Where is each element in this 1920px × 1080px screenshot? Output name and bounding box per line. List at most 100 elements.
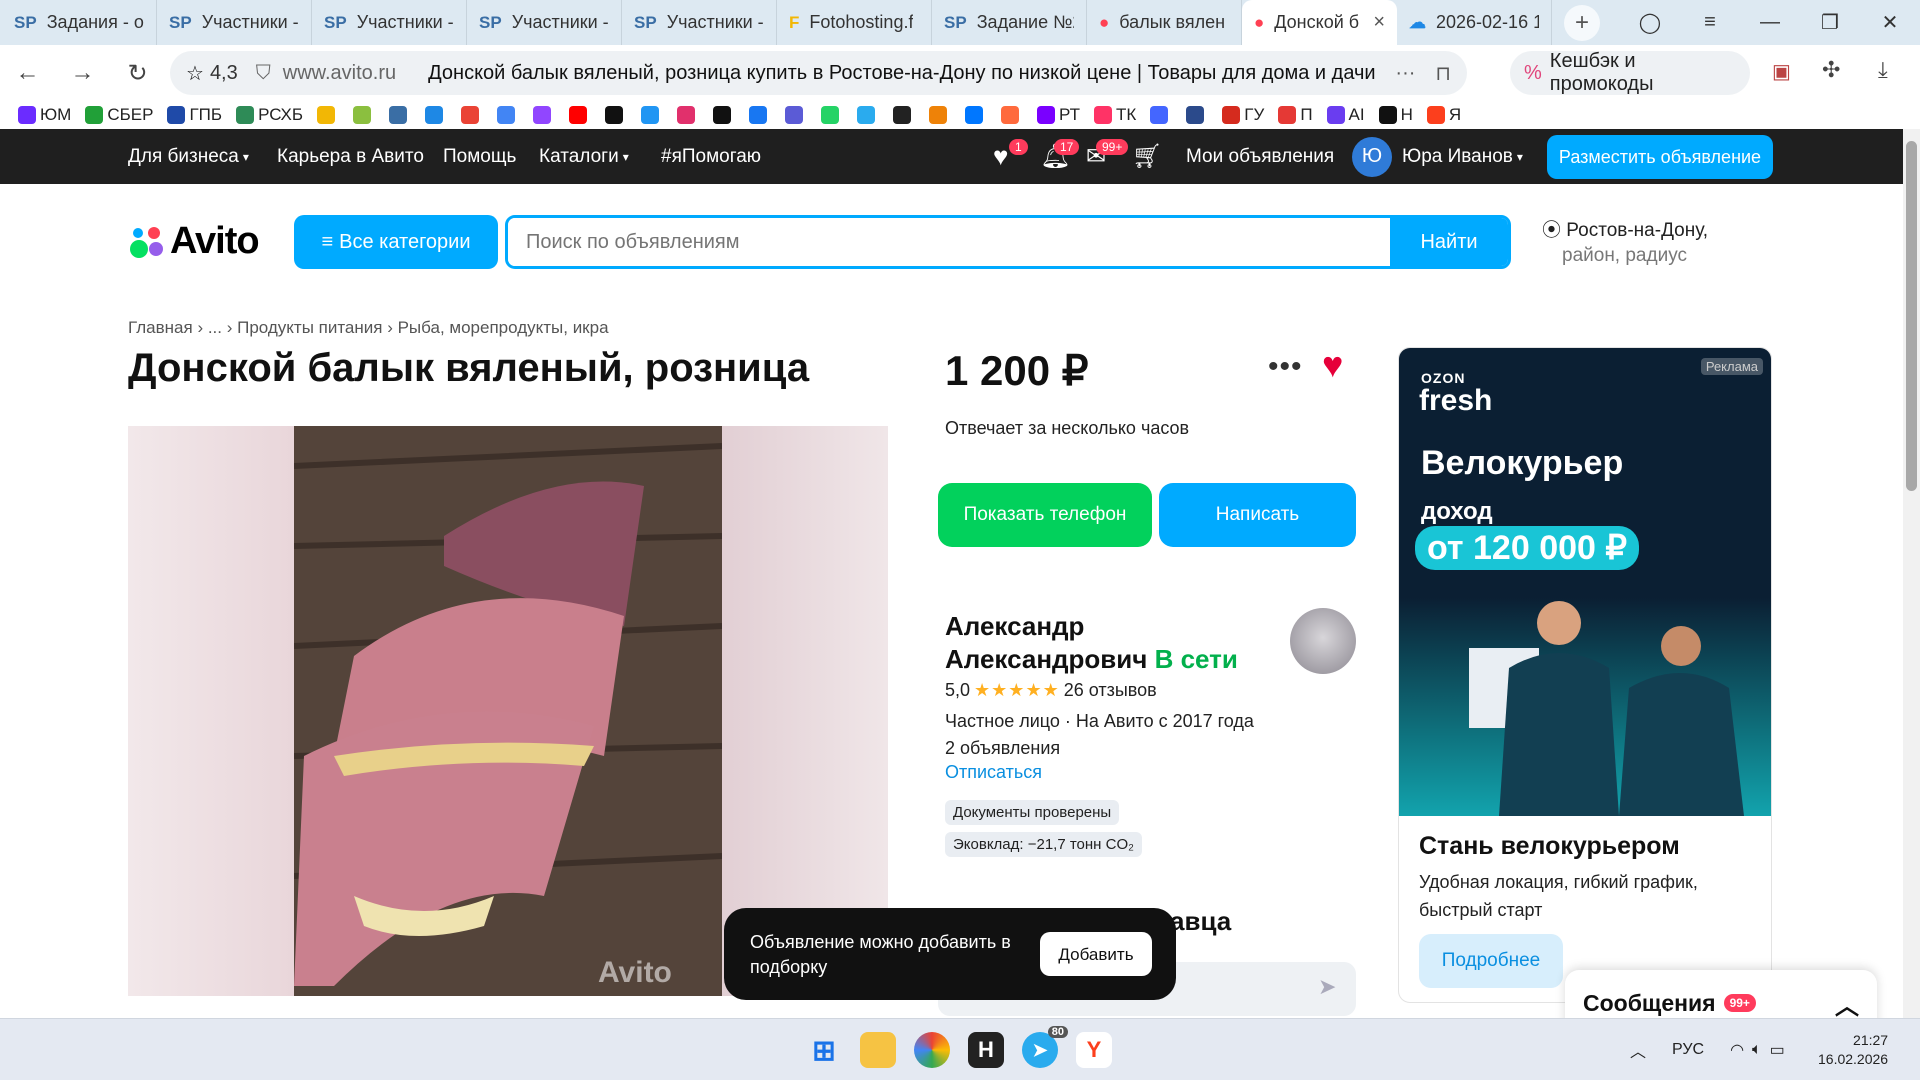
bookmark-item[interactable] xyxy=(353,106,375,124)
bookmark-item[interactable]: ТК xyxy=(1094,105,1136,125)
nav-help[interactable]: Помощь xyxy=(443,129,516,184)
bookmark-item[interactable]: РТ xyxy=(1037,105,1080,125)
new-tab-button[interactable]: + xyxy=(1564,5,1600,41)
bookmark-item[interactable] xyxy=(857,106,879,124)
avito-logo[interactable]: Avito xyxy=(128,220,260,263)
bookmark-item[interactable] xyxy=(1150,106,1172,124)
minimize-icon[interactable]: — xyxy=(1740,11,1800,34)
browser-tab[interactable]: SP Задание №2 xyxy=(932,0,1087,45)
ad-banner[interactable]: Реклама OZON fresh Велокурьер доход от 1… xyxy=(1398,347,1772,1003)
messages-widget[interactable]: Сообщения 99+ ︿ xyxy=(1565,970,1877,1018)
gallery-icon[interactable]: ▣ xyxy=(1772,59,1791,84)
browser-tab[interactable]: SP Участники - xyxy=(157,0,312,45)
tray-chevron-icon[interactable]: ︿ xyxy=(1630,1038,1646,1062)
send-icon[interactable]: ➤ xyxy=(1318,974,1336,1000)
nav-my-ads[interactable]: Мои объявления xyxy=(1186,129,1334,184)
breadcrumb-item[interactable]: Главная xyxy=(128,318,193,337)
windows-start-icon[interactable]: ⊞ xyxy=(806,1032,842,1068)
bookmark-item[interactable] xyxy=(425,106,447,124)
browser-tab[interactable]: ● Донской б × xyxy=(1242,0,1397,45)
seller-rating[interactable]: 5,0 ★★★★★ 26 отзывов xyxy=(945,680,1157,701)
add-to-collection-button[interactable]: Добавить xyxy=(1040,932,1152,976)
language-indicator[interactable]: РУС xyxy=(1672,1041,1704,1059)
file-explorer-icon[interactable] xyxy=(860,1032,896,1068)
volume-icon[interactable]: 🔈︎ xyxy=(1752,1041,1762,1059)
post-ad-button[interactable]: Разместить объявление xyxy=(1547,135,1773,179)
messages-icon[interactable]: ✉ 99+ xyxy=(1086,129,1129,184)
browser-tab[interactable]: F Fotohosting.f xyxy=(777,0,932,45)
reload-icon[interactable]: ↻ xyxy=(110,59,165,88)
listing-photo[interactable] xyxy=(293,426,723,996)
back-icon[interactable]: ← xyxy=(0,59,55,87)
bookmark-item[interactable] xyxy=(533,106,555,124)
bookmark-item[interactable]: ГПБ xyxy=(167,105,222,125)
bookmark-item[interactable] xyxy=(893,106,915,124)
bookmark-item[interactable] xyxy=(713,106,735,124)
page-scrollbar[interactable] xyxy=(1903,129,1920,1018)
bookmark-item[interactable] xyxy=(1001,106,1023,124)
browser-tab[interactable]: ● балык вялен xyxy=(1087,0,1242,45)
all-categories-button[interactable]: ≡ Все категории xyxy=(294,215,498,269)
shield-icon[interactable]: ⛉ xyxy=(256,62,271,85)
chrome-icon[interactable] xyxy=(914,1032,950,1068)
search-input[interactable] xyxy=(508,218,1390,266)
browser-tab[interactable]: SP Участники - xyxy=(312,0,467,45)
bookmark-item[interactable]: ЮМ xyxy=(18,105,71,125)
browser-tab[interactable]: SP Участники - xyxy=(467,0,622,45)
bookmark-item[interactable] xyxy=(389,106,411,124)
close-window-icon[interactable]: ✕ xyxy=(1860,10,1920,35)
cart-icon[interactable]: 🛒︎ xyxy=(1132,129,1162,184)
browser-tab[interactable]: SP Задания - об xyxy=(2,0,157,45)
browser-tab[interactable]: SP Участники - xyxy=(622,0,777,45)
breadcrumb-item[interactable]: Рыба, морепродукты, икра xyxy=(398,318,609,337)
seller-avatar[interactable] xyxy=(1290,608,1356,674)
nav-catalogs[interactable]: Каталоги ▾ xyxy=(539,129,629,184)
bookmark-item[interactable] xyxy=(317,106,339,124)
tab-close-icon[interactable]: × xyxy=(1373,11,1385,34)
breadcrumb-item[interactable]: ... xyxy=(208,318,222,337)
yandex-browser-icon[interactable]: Y xyxy=(1076,1032,1112,1068)
ad-more-button[interactable]: Подробнее xyxy=(1419,934,1563,988)
write-button[interactable]: Написать xyxy=(1159,483,1356,547)
clock[interactable]: 21:27 16.02.2026 xyxy=(1818,1031,1888,1069)
more-dots-icon[interactable]: ··· xyxy=(1395,62,1415,85)
menu-icon[interactable]: ≡ xyxy=(1680,11,1740,34)
nav-help-tag[interactable]: #яПомогаю xyxy=(661,129,761,184)
scrollbar-thumb[interactable] xyxy=(1906,141,1917,491)
battery-icon[interactable]: ▭ xyxy=(1770,1040,1785,1060)
nav-career[interactable]: Карьера в Авито xyxy=(277,129,424,184)
bookmark-item[interactable] xyxy=(785,106,807,124)
bookmark-item[interactable] xyxy=(569,106,591,124)
telegram-icon[interactable]: ➤ 80 xyxy=(1022,1026,1068,1068)
show-phone-button[interactable]: Показать телефон xyxy=(938,483,1152,547)
seller-name[interactable]: Александр Александрович В сети xyxy=(945,610,1285,676)
bookmark-icon[interactable]: ⊓ xyxy=(1435,61,1451,86)
forward-icon[interactable]: → xyxy=(55,59,110,87)
bookmark-item[interactable] xyxy=(965,106,987,124)
location-selector[interactable]: ⦿ Ростов-на-Дону, район, радиус xyxy=(1542,218,1708,268)
bookmark-item[interactable] xyxy=(677,106,699,124)
bookmark-item[interactable]: Н xyxy=(1378,105,1413,125)
unsubscribe-link[interactable]: Отписаться xyxy=(945,762,1042,783)
bookmark-item[interactable] xyxy=(929,106,951,124)
bookmark-item[interactable] xyxy=(641,106,663,124)
breadcrumb-item[interactable]: Продукты питания xyxy=(237,318,382,337)
bookmark-item[interactable] xyxy=(497,106,519,124)
cashback-button[interactable]: % Кешбэк и промокоды xyxy=(1510,50,1750,95)
bookmark-item[interactable]: Я xyxy=(1426,105,1461,125)
bookmark-item[interactable]: ГУ xyxy=(1222,105,1264,125)
restore-icon[interactable]: ❐ xyxy=(1800,10,1860,35)
search-button[interactable]: Найти xyxy=(1390,218,1508,266)
extensions-icon[interactable]: ✣ xyxy=(1822,57,1840,83)
chevron-up-icon[interactable]: ︿ xyxy=(1835,986,1859,1019)
app-h-icon[interactable]: H xyxy=(968,1032,1004,1068)
download-icon[interactable]: ⤓ xyxy=(1878,57,1888,83)
bookmark-item[interactable] xyxy=(461,106,483,124)
bookmark-item[interactable] xyxy=(821,106,843,124)
profile-icon[interactable]: ◯ xyxy=(1620,10,1680,35)
bookmark-item[interactable] xyxy=(605,106,627,124)
bookmark-item[interactable]: П xyxy=(1278,105,1313,125)
notifications-icon[interactable]: 🔔︎ 17 xyxy=(1040,129,1080,184)
bookmark-item[interactable] xyxy=(749,106,771,124)
bookmark-item[interactable]: СБЕР xyxy=(85,105,153,125)
